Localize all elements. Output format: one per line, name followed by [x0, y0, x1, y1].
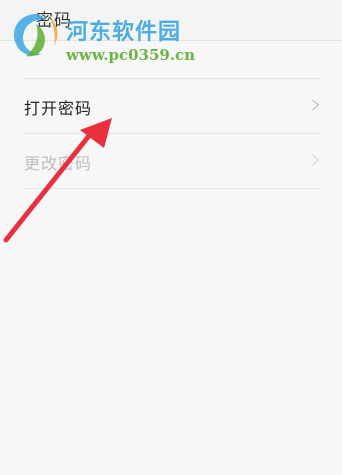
password-settings-screen: 密码 打开密码 更改密码 河东软件园 www.pc0359.cn [0, 0, 342, 475]
chevron-right-icon [312, 154, 320, 166]
change-password-row[interactable]: 更改密码 [24, 133, 320, 189]
chevron-right-icon [312, 99, 320, 111]
open-password-row[interactable]: 打开密码 [24, 78, 320, 133]
change-password-label: 更改密码 [24, 154, 93, 173]
title-bar: 密码 [0, 0, 342, 41]
watermark-url: www.pc0359.cn [66, 46, 196, 64]
page-title: 密码 [36, 11, 72, 31]
annotation-arrow [3, 118, 112, 243]
settings-list: 打开密码 更改密码 [0, 78, 342, 189]
open-password-label: 打开密码 [24, 99, 93, 118]
